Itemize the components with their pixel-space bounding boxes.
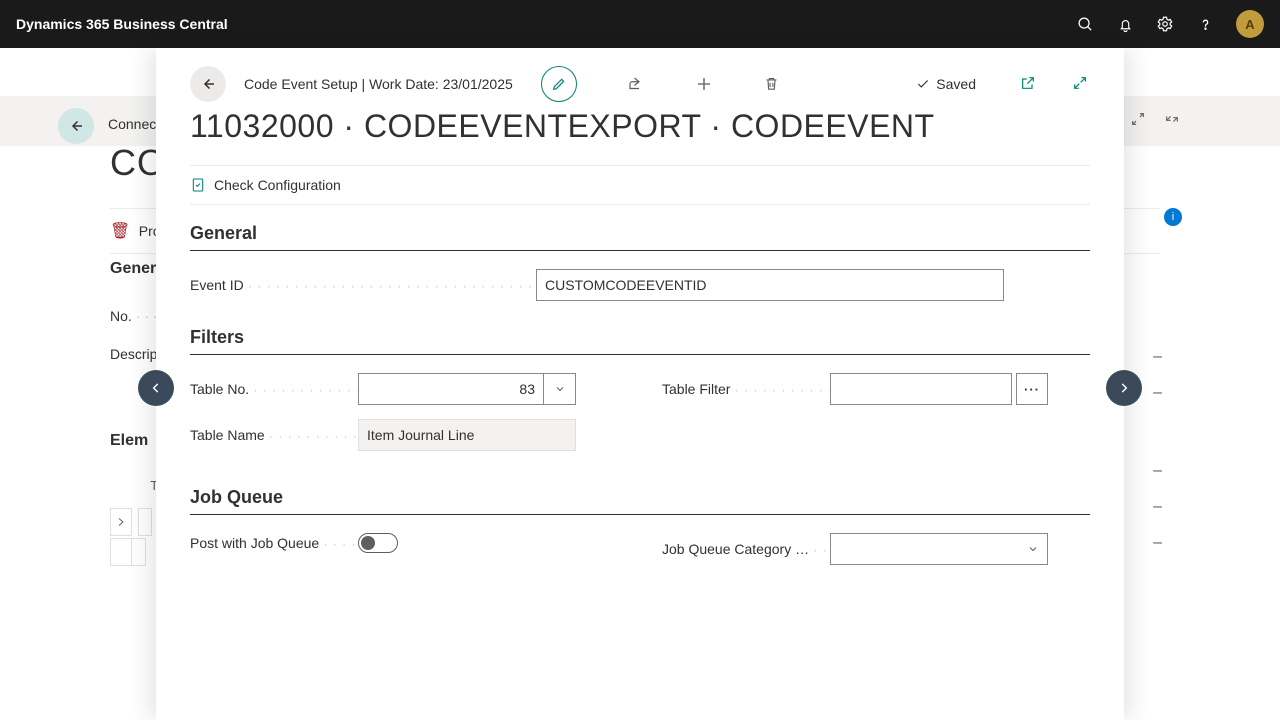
bg-delete-icon: 🗑 bbox=[110, 223, 130, 240]
bg-description-label: Descript bbox=[110, 346, 161, 362]
event-id-label: Event ID bbox=[190, 277, 536, 293]
expand-icon[interactable] bbox=[1072, 75, 1090, 93]
job-queue-category-label: Job Queue Category … bbox=[662, 541, 830, 557]
edit-button[interactable] bbox=[541, 66, 577, 102]
settings-icon[interactable] bbox=[1156, 15, 1174, 33]
bg-elements-heading: Elem bbox=[110, 432, 148, 450]
section-filters: Filters bbox=[190, 327, 1090, 355]
check-config-label: Check Configuration bbox=[214, 177, 341, 193]
next-record-button[interactable] bbox=[1106, 370, 1142, 406]
delete-icon[interactable] bbox=[763, 75, 781, 93]
table-filter-label: Table Filter bbox=[662, 381, 830, 397]
card-title: Code Event Setup | Work Date: 23/01/2025 bbox=[244, 76, 513, 92]
collapse-icon[interactable] bbox=[1164, 111, 1180, 127]
help-icon[interactable] bbox=[1196, 15, 1214, 33]
topbar-actions: A bbox=[1076, 10, 1264, 38]
table-name-label: Table Name bbox=[190, 427, 358, 443]
table-no-label: Table No. bbox=[190, 381, 358, 397]
event-id-field[interactable] bbox=[536, 269, 1004, 301]
bg-collapse-dashes: ––––– bbox=[1153, 348, 1162, 552]
share-icon[interactable] bbox=[627, 75, 645, 93]
record-title: 11032000 · CODEEVENTEXPORT · CODEEVENT bbox=[190, 108, 1090, 145]
chevron-down-icon bbox=[1027, 543, 1039, 555]
post-job-queue-label: Post with Job Queue bbox=[190, 535, 358, 551]
notifications-icon[interactable] bbox=[1116, 15, 1134, 33]
table-name-field bbox=[358, 419, 576, 451]
table-no-field[interactable] bbox=[358, 373, 544, 405]
card-toolbar: Code Event Setup | Work Date: 23/01/2025… bbox=[190, 66, 1090, 102]
bg-no-label: No. · · · bbox=[110, 308, 157, 324]
row-indicator[interactable] bbox=[110, 508, 132, 536]
record-card: Code Event Setup | Work Date: 23/01/2025… bbox=[156, 48, 1124, 720]
table-no-lookup[interactable] bbox=[544, 373, 576, 405]
check-configuration-action[interactable]: Check Configuration bbox=[190, 165, 1090, 205]
app-title: Dynamics 365 Business Central bbox=[16, 16, 228, 32]
job-queue-category-select[interactable] bbox=[830, 533, 1048, 565]
saved-indicator: Saved bbox=[916, 76, 976, 92]
info-badge[interactable]: i bbox=[1164, 208, 1182, 226]
new-icon[interactable] bbox=[695, 75, 713, 93]
section-job-queue: Job Queue bbox=[190, 487, 1090, 515]
check-config-icon bbox=[190, 177, 206, 193]
table-filter-field[interactable] bbox=[830, 373, 1012, 405]
section-general: General bbox=[190, 223, 1090, 251]
search-icon[interactable] bbox=[1076, 15, 1094, 33]
popout-icon[interactable] bbox=[1020, 75, 1038, 93]
avatar[interactable]: A bbox=[1236, 10, 1264, 38]
prev-record-button[interactable] bbox=[138, 370, 174, 406]
back-button[interactable] bbox=[190, 66, 226, 102]
table-filter-assist[interactable]: ··· bbox=[1016, 373, 1048, 405]
post-job-queue-toggle[interactable] bbox=[358, 533, 398, 553]
collapse-in-icon[interactable] bbox=[1130, 111, 1146, 127]
bg-general-heading: Gener bbox=[110, 260, 156, 278]
title-bar: Dynamics 365 Business Central A bbox=[0, 0, 1280, 48]
bg-window-controls bbox=[1130, 111, 1180, 127]
bg-back-button[interactable] bbox=[58, 108, 94, 144]
